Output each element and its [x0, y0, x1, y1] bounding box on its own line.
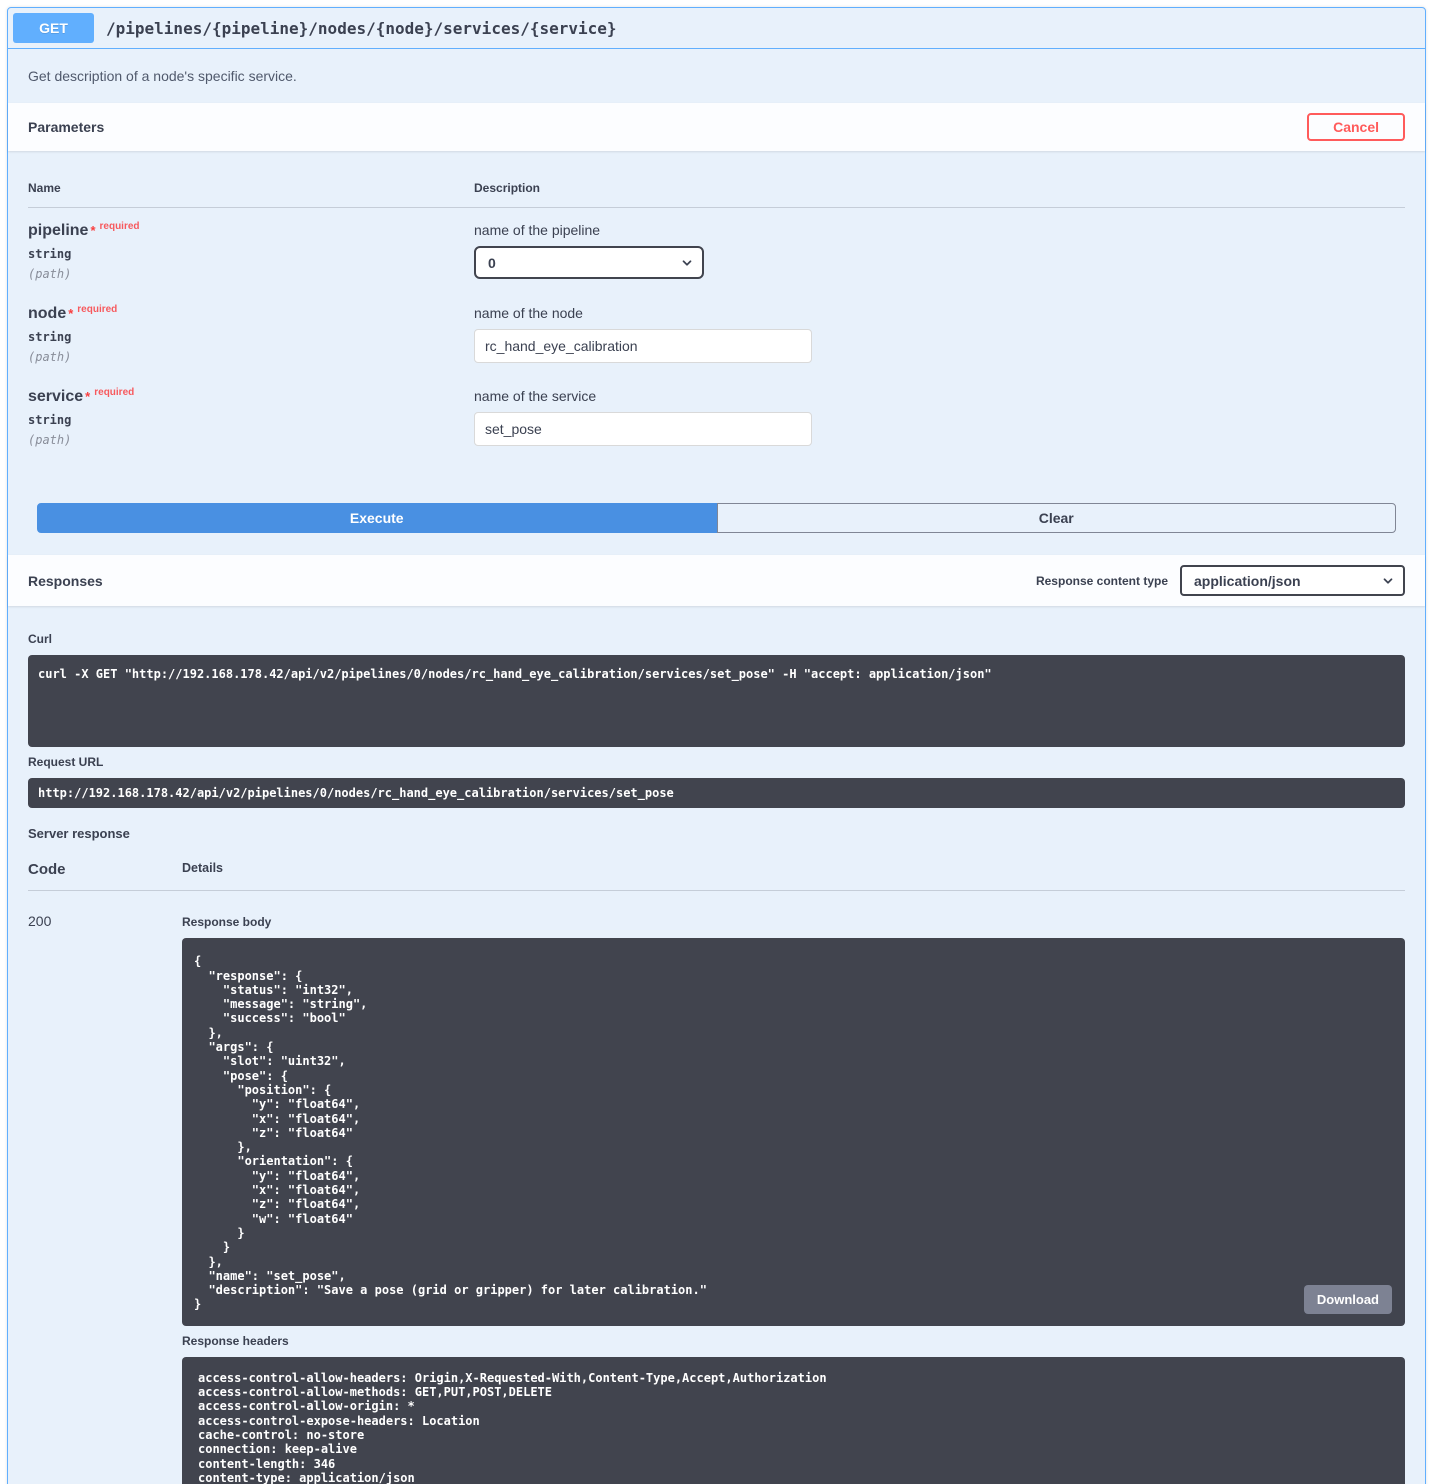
required-label: required [73, 304, 117, 315]
param-description-cell: name of the service [474, 388, 1405, 447]
responses-title: Responses [28, 573, 103, 589]
param-description: name of the pipeline [474, 222, 1405, 238]
execute-button[interactable]: Execute [37, 503, 717, 533]
response-headers: access-control-allow-headers: Origin,X-R… [182, 1357, 1405, 1484]
column-header-code: Code [28, 861, 182, 878]
param-location: (path) [28, 433, 474, 447]
param-row-node: node*required string (path) name of the … [28, 291, 1405, 374]
operation-description: Get description of a node's specific ser… [8, 49, 1425, 103]
execute-wrapper: Execute Clear [37, 503, 1396, 533]
request-url: http://192.168.178.42/api/v2/pipelines/0… [28, 778, 1405, 808]
param-description: name of the node [474, 305, 1405, 321]
param-name-cell: service*required string (path) [28, 388, 474, 447]
response-body: { "response": { "status": "int32", "mess… [182, 938, 1405, 1325]
pipeline-select[interactable]: 0 [474, 246, 704, 279]
responses-section-header: Responses Response content type applicat… [8, 555, 1425, 606]
param-description-cell: name of the pipeline 0 [474, 222, 1405, 281]
param-row-pipeline: pipeline*required string (path) name of … [28, 208, 1405, 291]
server-response-label: Server response [28, 826, 1405, 841]
param-name-cell: node*required string (path) [28, 305, 474, 364]
response-content-type-label: Response content type [1036, 574, 1168, 588]
param-type: string [28, 330, 474, 344]
request-url-label: Request URL [28, 755, 1405, 769]
column-header-name: Name [28, 181, 474, 195]
required-label: required [90, 387, 134, 398]
response-content-type-wrap: Response content type application/json [1036, 565, 1405, 596]
response-body-wrap: { "response": { "status": "int32", "mess… [182, 938, 1405, 1325]
param-type: string [28, 413, 474, 427]
responses-area: Curl curl -X GET "http://192.168.178.42/… [8, 606, 1425, 1484]
response-details-cell: Response body { "response": { "status": … [182, 907, 1405, 1484]
http-method-badge: GET [13, 13, 94, 43]
content-type-select[interactable]: application/json [1180, 565, 1405, 596]
param-name: node*required [28, 305, 474, 323]
required-star: * [88, 223, 95, 238]
parameters-title: Parameters [28, 119, 104, 135]
param-name-text: node [28, 305, 66, 322]
node-input[interactable] [474, 329, 812, 363]
param-type: string [28, 247, 474, 261]
server-response-table-head: Code Details [28, 855, 1405, 891]
param-name: service*required [28, 388, 474, 406]
curl-command[interactable]: curl -X GET "http://192.168.178.42/api/v… [28, 655, 1405, 747]
operation-block: GET /pipelines/{pipeline}/nodes/{node}/s… [7, 7, 1426, 1484]
response-body-label: Response body [182, 915, 1405, 929]
param-name-text: service [28, 388, 83, 405]
param-location: (path) [28, 267, 474, 281]
param-description-cell: name of the node [474, 305, 1405, 364]
param-name-text: pipeline [28, 222, 88, 239]
param-name: pipeline*required [28, 222, 474, 240]
parameters-table: Name Description pipeline*required strin… [8, 151, 1425, 555]
service-input[interactable] [474, 412, 812, 446]
parameters-section-header: Parameters Cancel [8, 103, 1425, 151]
clear-button[interactable]: Clear [717, 503, 1397, 533]
endpoint-path[interactable]: /pipelines/{pipeline}/nodes/{node}/servi… [94, 19, 627, 38]
cancel-button[interactable]: Cancel [1307, 113, 1405, 141]
param-row-service: service*required string (path) name of t… [28, 374, 1405, 457]
response-headers-label: Response headers [182, 1334, 1405, 1348]
download-button[interactable]: Download [1304, 1285, 1392, 1314]
status-code: 200 [28, 907, 182, 1484]
column-header-details: Details [182, 861, 1405, 878]
content-type-select-wrap: application/json [1180, 565, 1405, 596]
param-location: (path) [28, 350, 474, 364]
column-header-description: Description [474, 181, 1405, 195]
required-label: required [96, 221, 140, 232]
server-response-row: 200 Response body { "response": { "statu… [28, 891, 1405, 1484]
pipeline-select-wrap: 0 [474, 246, 704, 279]
operation-summary[interactable]: GET /pipelines/{pipeline}/nodes/{node}/s… [8, 8, 1425, 49]
curl-label: Curl [28, 632, 1405, 646]
param-description: name of the service [474, 388, 1405, 404]
param-name-cell: pipeline*required string (path) [28, 222, 474, 281]
parameters-table-head: Name Description [28, 171, 1405, 208]
